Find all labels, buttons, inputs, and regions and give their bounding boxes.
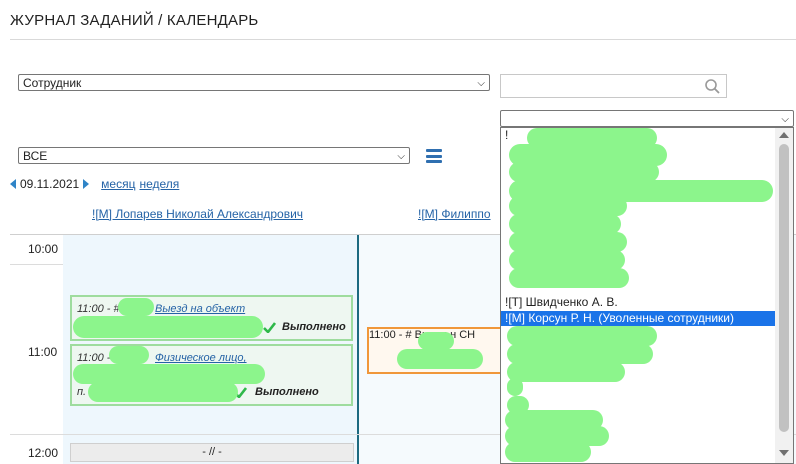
- status-select-value: ВСЕ: [23, 149, 48, 163]
- current-date: 09.11.2021: [20, 177, 80, 191]
- search-input[interactable]: [500, 74, 727, 98]
- event-link[interactable]: Выезд на объект: [155, 303, 245, 315]
- time-label: 10:00: [28, 242, 59, 256]
- redaction-mark: [507, 378, 523, 396]
- status-badge: Выполнено: [282, 321, 346, 333]
- redaction-mark: [505, 442, 591, 462]
- redaction-mark: [73, 316, 263, 338]
- status-select[interactable]: ВСЕ ⌵: [18, 147, 410, 164]
- scroll-thumb[interactable]: [779, 144, 789, 432]
- view-week-link[interactable]: неделя: [139, 177, 179, 191]
- dropdown-select[interactable]: ⌵: [500, 110, 794, 127]
- event-link[interactable]: Физическое лицо,: [155, 352, 247, 364]
- empty-slot[interactable]: - // -: [70, 443, 354, 462]
- chevron-down-icon: ⌵: [477, 78, 485, 89]
- redaction-mark: [509, 162, 659, 182]
- check-icon: [263, 322, 276, 333]
- title-divider: [10, 39, 796, 40]
- redaction-mark: [109, 346, 149, 364]
- menu-icon[interactable]: [426, 149, 442, 163]
- dropdown-option[interactable]: ![Т] Швидченко А. В.: [505, 295, 618, 309]
- column-header-loparev[interactable]: ![М] Лопарев Николай Александрович: [92, 207, 303, 221]
- redaction-mark: [118, 298, 154, 316]
- dropdown-option[interactable]: !: [505, 128, 508, 142]
- redaction-mark: [509, 250, 625, 270]
- redaction-mark: [509, 232, 627, 252]
- redaction-mark: [88, 382, 238, 402]
- time-label: 11:00: [28, 345, 58, 359]
- redaction-mark: [509, 214, 621, 234]
- chevron-down-icon: ⌵: [397, 151, 405, 162]
- dropdown-option-selected[interactable]: ![М] Корсун Р. Н. (Уволенные сотрудники): [501, 311, 775, 326]
- employee-dropdown-list[interactable]: ! ![Т] Швидченко А. В. ![М] Корсун Р. Н.…: [500, 127, 794, 464]
- column-divider: [357, 235, 359, 464]
- search-icon: [705, 79, 720, 94]
- redaction-mark: [418, 332, 454, 350]
- redaction-mark: [507, 326, 657, 346]
- redaction-mark: [507, 362, 625, 382]
- redaction-mark: [507, 344, 653, 364]
- redaction-mark: [509, 268, 629, 288]
- time-label: 12:00: [28, 446, 59, 460]
- view-month-link[interactable]: месяц: [101, 177, 135, 191]
- page-title: ЖУРНАЛ ЗАДАНИЙ / КАЛЕНДАРЬ: [10, 12, 259, 29]
- next-date-icon[interactable]: [83, 179, 90, 189]
- dropdown-scrollbar[interactable]: [775, 128, 793, 463]
- employee-select[interactable]: Сотрудник ⌵: [18, 74, 490, 91]
- scroll-down-icon[interactable]: [779, 450, 789, 456]
- date-navigation: 09.11.2021 месяц неделя: [10, 177, 179, 191]
- prev-date-icon[interactable]: [10, 179, 16, 189]
- scroll-up-icon[interactable]: [779, 132, 789, 138]
- chevron-down-icon: ⌵: [781, 114, 789, 125]
- employee-select-value: Сотрудник: [23, 76, 82, 90]
- redaction-mark: [397, 349, 483, 369]
- column-header-filippov[interactable]: ![М] Филиппо: [418, 207, 491, 221]
- redaction-mark: [509, 196, 627, 216]
- redaction-mark: [73, 364, 265, 384]
- status-badge: Выполнено: [255, 386, 319, 398]
